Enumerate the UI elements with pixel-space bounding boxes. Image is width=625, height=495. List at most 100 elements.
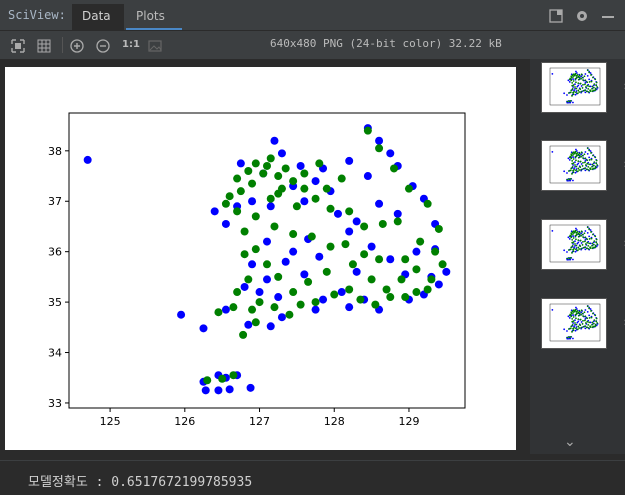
point-series-b: [356, 295, 365, 304]
point-series-b: [577, 78, 580, 81]
point-series-b: [570, 89, 573, 92]
fit-screen-icon[interactable]: [11, 38, 25, 53]
point-series-a: [575, 227, 577, 230]
point-series-a: [352, 217, 361, 226]
point-series-a: [214, 386, 223, 395]
point-series-b: [577, 246, 580, 249]
point-series-b: [584, 325, 587, 328]
layout-icon[interactable]: [549, 8, 563, 23]
point-series-b: [571, 172, 573, 175]
thumbnail-preview: [549, 67, 601, 106]
point-series-b: [580, 234, 583, 237]
actual-size-icon[interactable]: 1:1: [122, 39, 140, 53]
point-series-b: [588, 81, 591, 83]
plot-thumbnail[interactable]: ›: [541, 140, 625, 191]
point-series-b: [360, 250, 369, 259]
point-series-a: [572, 337, 574, 340]
point-series-a: [300, 270, 309, 279]
point-series-b: [582, 240, 584, 243]
point-series-a: [274, 293, 283, 302]
point-series-a: [412, 247, 421, 256]
point-series-b: [578, 91, 581, 93]
point-series-b: [571, 323, 574, 326]
point-series-b: [578, 154, 581, 157]
point-series-a: [551, 308, 554, 311]
point-series-b: [244, 275, 253, 284]
point-series-a: [572, 179, 574, 182]
point-series-b: [581, 244, 584, 246]
point-series-b: [571, 238, 574, 241]
y-tick-label: 33: [48, 397, 62, 410]
point-series-b: [311, 194, 320, 203]
point-series-b: [570, 167, 573, 170]
tab-data[interactable]: Data: [72, 4, 124, 30]
point-series-a: [580, 242, 583, 244]
point-series-b: [579, 239, 582, 242]
point-series-b: [578, 74, 581, 77]
plot-thumbnail[interactable]: ›: [541, 219, 625, 270]
point-series-b: [571, 81, 574, 84]
point-series-b: [571, 251, 573, 254]
point-series-b: [577, 314, 580, 317]
point-series-b: [580, 155, 583, 158]
point-series-a: [210, 207, 219, 216]
point-series-b: [587, 323, 590, 326]
point-series-b: [586, 147, 589, 150]
zoom-out-icon[interactable]: [96, 38, 110, 53]
image-viewport[interactable]: 125 126 127 128 129 33 34 35 36 37 38: [0, 59, 530, 454]
point-series-b: [404, 184, 413, 193]
point-series-b: [593, 240, 596, 243]
point-series-b: [575, 248, 577, 251]
point-series-b: [233, 207, 242, 216]
point-series-a: [572, 78, 575, 80]
tab-plots[interactable]: Plots: [126, 4, 182, 30]
point-series-a: [442, 267, 451, 276]
point-series-b: [585, 326, 588, 329]
point-series-b: [581, 312, 584, 315]
point-series-b: [576, 92, 579, 95]
point-series-a: [575, 148, 577, 151]
plot-thumbnail[interactable]: ›: [541, 62, 625, 113]
point-series-b: [588, 159, 591, 161]
minimize-icon[interactable]: [601, 8, 615, 22]
point-series-a: [311, 177, 320, 186]
point-series-b: [300, 169, 309, 178]
point-series-b: [588, 71, 591, 74]
point-series-b: [274, 172, 283, 181]
point-series-a: [566, 172, 568, 174]
point-series-a: [576, 163, 579, 166]
point-series-b: [572, 311, 575, 314]
point-series-b: [574, 313, 577, 316]
point-series-a: [568, 81, 571, 83]
point-series-b: [575, 233, 578, 236]
point-series-b: [575, 327, 577, 330]
point-series-a: [566, 330, 568, 332]
point-series-b: [572, 230, 575, 233]
point-series-b: [584, 246, 587, 249]
point-series-b: [592, 76, 594, 79]
gear-icon[interactable]: [575, 8, 589, 22]
point-series-b: [573, 168, 575, 171]
background-icon[interactable]: [148, 38, 162, 52]
point-series-b: [304, 277, 313, 286]
point-series-b: [423, 285, 432, 294]
point-series-b: [594, 87, 597, 90]
point-series-b: [590, 231, 592, 233]
point-series-b: [593, 161, 596, 164]
zoom-in-icon[interactable]: [70, 38, 84, 53]
point-series-b: [584, 89, 587, 92]
point-series-b: [576, 170, 579, 173]
grid-icon[interactable]: [37, 38, 51, 53]
chevron-down-icon[interactable]: ⌄: [564, 434, 576, 450]
plot-thumbnail[interactable]: ›: [541, 298, 625, 349]
point-series-b: [438, 260, 447, 269]
point-series-a: [201, 386, 210, 395]
point-series-b: [581, 87, 584, 89]
point-series-b: [586, 84, 589, 87]
point-series-b: [587, 91, 590, 93]
point-series-b: [292, 202, 301, 211]
point-series-b: [588, 85, 591, 88]
point-series-b: [594, 156, 597, 159]
point-series-b: [586, 69, 589, 72]
point-series-a: [575, 306, 577, 309]
